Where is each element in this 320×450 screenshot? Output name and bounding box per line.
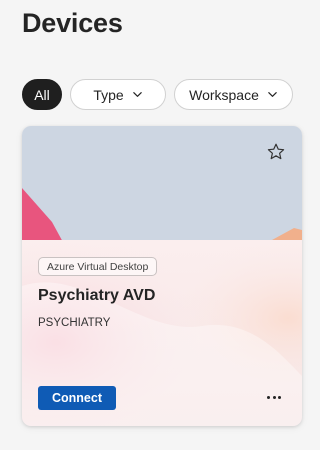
more-dot (272, 395, 276, 399)
device-type-label: Azure Virtual Desktop (47, 260, 149, 273)
device-type-badge: Azure Virtual Desktop (38, 257, 158, 276)
device-workspace: PSYCHIATRY (38, 317, 111, 329)
filter-workspace-label: Workspace (189, 86, 259, 103)
filter-bar: All Type Workspace (22, 79, 293, 110)
device-name: Psychiatry AVD (38, 287, 156, 304)
more-horizontal-icon[interactable] (265, 389, 283, 405)
more-dot (267, 395, 270, 399)
filter-all-chip[interactable]: All (22, 79, 62, 110)
device-card[interactable]: Azure Virtual Desktop Psychiatry AVD PSY… (22, 126, 302, 426)
filter-type-dropdown[interactable]: Type (70, 79, 166, 110)
connect-label: Connect (52, 391, 102, 405)
chevron-down-icon (268, 92, 277, 97)
more-dot (278, 395, 281, 399)
connect-button[interactable]: Connect (38, 386, 116, 410)
page-title: Devices (22, 8, 123, 38)
card-background-art (22, 126, 302, 426)
filter-type-label: Type (93, 86, 124, 103)
filter-workspace-dropdown[interactable]: Workspace (174, 79, 293, 110)
star-outline-icon[interactable] (266, 142, 286, 162)
devices-page: Devices All Type Workspace Azure Virtual… (0, 0, 314, 450)
chevron-down-icon (132, 92, 142, 97)
filter-all-label: All (34, 86, 50, 103)
